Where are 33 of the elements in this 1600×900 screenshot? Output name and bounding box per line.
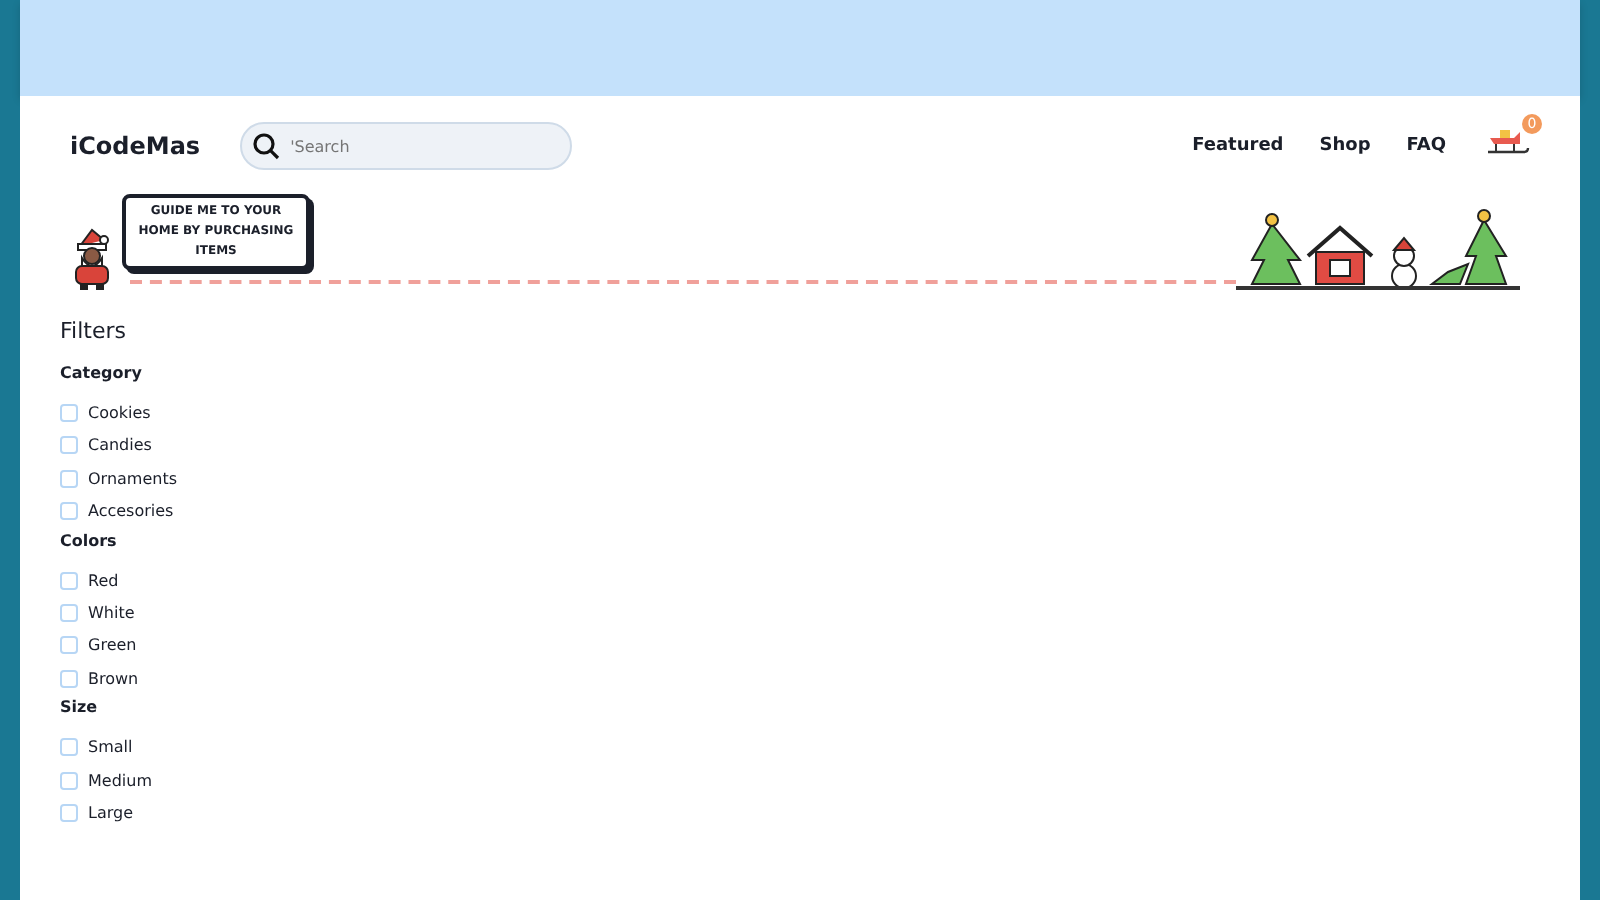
filter-group-heading: Colors xyxy=(60,531,119,550)
filter-checkbox[interactable] xyxy=(60,436,78,455)
filter-option-label[interactable]: Ornaments xyxy=(88,469,178,488)
filter-checkbox[interactable] xyxy=(60,771,78,790)
filter-option-label[interactable]: Red xyxy=(88,571,119,590)
sleigh-cart-icon[interactable] xyxy=(1486,126,1530,158)
filter-checkbox[interactable] xyxy=(60,571,78,590)
filter-option-label[interactable]: Candies xyxy=(88,436,152,455)
filter-checkbox[interactable] xyxy=(60,502,78,521)
filter-option-label[interactable]: Large xyxy=(88,803,134,822)
filter-option-label[interactable]: Green xyxy=(88,636,137,655)
filter-checkbox[interactable] xyxy=(60,469,78,488)
filter-group-heading: Category xyxy=(60,364,144,382)
nav-link[interactable]: FAQ xyxy=(1406,136,1446,156)
filter-checkbox[interactable] xyxy=(60,803,78,822)
filter-option-label[interactable]: Cookies xyxy=(88,404,151,422)
filter-option-label[interactable]: Small xyxy=(88,738,133,757)
search-field[interactable]: 'Search xyxy=(240,122,573,171)
filter-checkbox[interactable] xyxy=(60,404,78,422)
filter-checkbox[interactable] xyxy=(60,603,78,622)
santa-icon xyxy=(70,228,114,292)
filters-heading: Filters xyxy=(60,318,128,344)
filter-option-label[interactable]: White xyxy=(88,603,135,622)
filter-group-heading: Size xyxy=(60,698,100,717)
filter-option-label[interactable]: Medium xyxy=(88,771,152,790)
nav-link[interactable]: Featured xyxy=(1192,136,1284,156)
filter-option-label[interactable]: Brown xyxy=(88,669,139,688)
filter-checkbox[interactable] xyxy=(60,669,78,688)
filter-checkbox[interactable] xyxy=(60,636,78,655)
filter-option-label[interactable]: Accesories xyxy=(88,502,174,521)
filter-checkbox[interactable] xyxy=(60,738,78,757)
nav-link[interactable]: Shop xyxy=(1319,136,1371,156)
brand-logo[interactable]: iCodeMas xyxy=(70,132,201,160)
